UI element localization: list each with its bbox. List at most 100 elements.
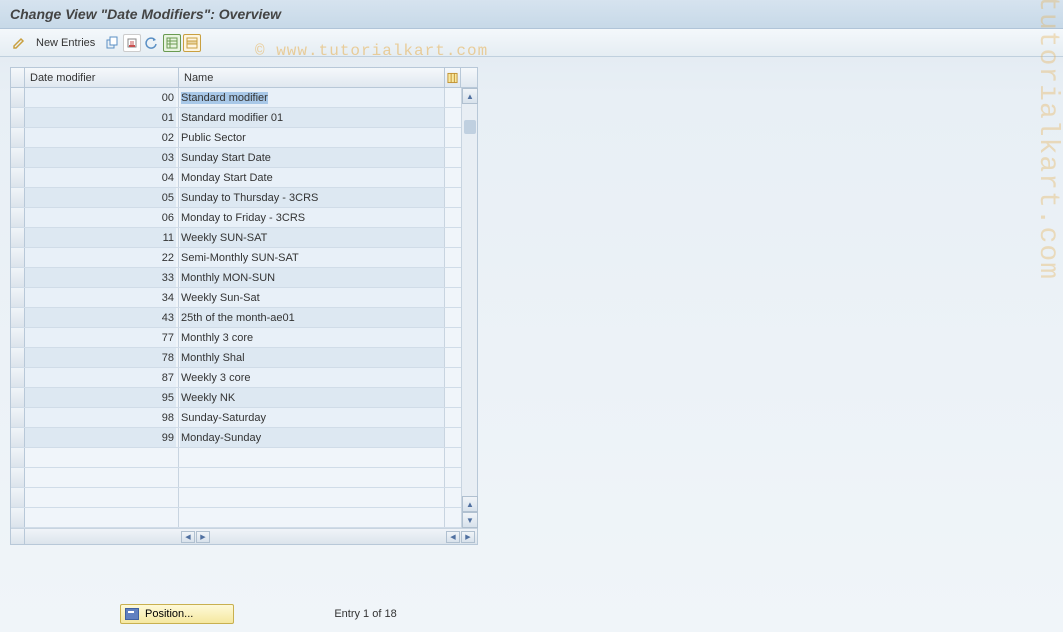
table-row: 03Sunday Start Date <box>11 148 477 168</box>
scroll-left-end-icon[interactable]: ◀ <box>446 531 460 543</box>
cell-name[interactable]: Weekly Sun-Sat <box>179 288 445 307</box>
row-selector[interactable] <box>11 208 25 227</box>
copy-as-icon[interactable] <box>103 34 121 52</box>
cell-name[interactable]: Monday-Sunday <box>179 428 445 447</box>
cell-name[interactable]: Standard modifier <box>179 88 445 107</box>
row-selector[interactable] <box>11 88 25 107</box>
cell-name[interactable]: Monday to Friday - 3CRS <box>179 208 445 227</box>
cell-name[interactable]: Monthly MON-SUN <box>179 268 445 287</box>
row-selector[interactable] <box>11 268 25 287</box>
cell-date-modifier[interactable]: 01 <box>25 108 179 127</box>
row-selector[interactable] <box>11 188 25 207</box>
cell-name[interactable]: Standard modifier 01 <box>179 108 445 127</box>
row-selector[interactable] <box>11 228 25 247</box>
cell-date-modifier[interactable]: 00 <box>25 88 179 107</box>
undo-change-icon[interactable] <box>143 34 161 52</box>
position-button[interactable]: Position... <box>120 604 234 624</box>
toolbar: New Entries <box>0 29 1063 57</box>
select-all-column-header[interactable] <box>11 68 25 87</box>
table-row <box>11 448 477 468</box>
row-selector[interactable] <box>11 368 25 387</box>
scroll-right-end-icon[interactable]: ▶ <box>461 531 475 543</box>
cell-date-modifier[interactable]: 98 <box>25 408 179 427</box>
cell-name[interactable]: Weekly NK <box>179 388 445 407</box>
cell-date-modifier[interactable]: 95 <box>25 388 179 407</box>
table-row: 11Weekly SUN-SAT <box>11 228 477 248</box>
title-bar: Change View "Date Modifiers": Overview <box>0 0 1063 29</box>
scroll-left-icon[interactable]: ◀ <box>181 531 195 543</box>
cell-date-modifier[interactable]: 77 <box>25 328 179 347</box>
scroll-up-icon[interactable]: ▲ <box>462 88 478 104</box>
vertical-scrollbar[interactable]: ▲ ▲ ▼ <box>461 88 477 528</box>
column-header-date-modifier[interactable]: Date modifier <box>25 68 179 87</box>
cell-name[interactable] <box>179 488 445 507</box>
row-selector[interactable] <box>11 348 25 367</box>
delete-icon[interactable] <box>123 34 141 52</box>
cell-name[interactable]: Sunday Start Date <box>179 148 445 167</box>
cell-date-modifier[interactable] <box>25 508 179 527</box>
cell-date-modifier[interactable] <box>25 488 179 507</box>
cell-name[interactable] <box>179 468 445 487</box>
cell-date-modifier[interactable]: 22 <box>25 248 179 267</box>
table-row <box>11 468 477 488</box>
table-row: 22Semi-Monthly SUN-SAT <box>11 248 477 268</box>
cell-date-modifier[interactable]: 99 <box>25 428 179 447</box>
cell-name[interactable] <box>179 448 445 467</box>
row-selector[interactable] <box>11 508 25 527</box>
scroll-thumb[interactable] <box>464 120 476 134</box>
toggle-display-change-icon[interactable] <box>10 34 28 52</box>
cell-name[interactable]: Monthly Shal <box>179 348 445 367</box>
cell-date-modifier[interactable]: 06 <box>25 208 179 227</box>
table-row: 05Sunday to Thursday - 3CRS <box>11 188 477 208</box>
cell-date-modifier[interactable] <box>25 468 179 487</box>
entry-count-text: Entry 1 of 18 <box>334 608 396 620</box>
cell-name[interactable]: Weekly 3 core <box>179 368 445 387</box>
cell-date-modifier[interactable]: 87 <box>25 368 179 387</box>
cell-name[interactable]: Monday Start Date <box>179 168 445 187</box>
cell-date-modifier[interactable]: 34 <box>25 288 179 307</box>
table-row: 04Monday Start Date <box>11 168 477 188</box>
cell-date-modifier[interactable]: 43 <box>25 308 179 327</box>
select-block-icon[interactable] <box>183 34 201 52</box>
cell-date-modifier[interactable]: 05 <box>25 188 179 207</box>
row-selector[interactable] <box>11 468 25 487</box>
row-selector[interactable] <box>11 128 25 147</box>
row-selector[interactable] <box>11 148 25 167</box>
cell-name[interactable]: Sunday to Thursday - 3CRS <box>179 188 445 207</box>
cell-date-modifier[interactable]: 02 <box>25 128 179 147</box>
cell-date-modifier[interactable]: 04 <box>25 168 179 187</box>
cell-name[interactable]: 25th of the month-ae01 <box>179 308 445 327</box>
row-selector[interactable] <box>11 288 25 307</box>
cell-date-modifier[interactable]: 11 <box>25 228 179 247</box>
cell-name[interactable]: Monthly 3 core <box>179 328 445 347</box>
cell-date-modifier[interactable]: 03 <box>25 148 179 167</box>
scroll-right-icon[interactable]: ▶ <box>196 531 210 543</box>
row-selector[interactable] <box>11 308 25 327</box>
table-row: 4325th of the month-ae01 <box>11 308 477 328</box>
row-selector[interactable] <box>11 388 25 407</box>
row-selector[interactable] <box>11 328 25 347</box>
table-row <box>11 508 477 528</box>
new-entries-button[interactable]: New Entries <box>30 35 101 51</box>
table-row: 77Monthly 3 core <box>11 328 477 348</box>
scroll-end-icon[interactable]: ▼ <box>462 512 478 528</box>
row-selector[interactable] <box>11 428 25 447</box>
row-selector[interactable] <box>11 168 25 187</box>
cell-name[interactable]: Weekly SUN-SAT <box>179 228 445 247</box>
cell-name[interactable]: Semi-Monthly SUN-SAT <box>179 248 445 267</box>
configure-columns-icon[interactable] <box>445 68 461 87</box>
cell-name[interactable]: Sunday-Saturday <box>179 408 445 427</box>
row-selector[interactable] <box>11 248 25 267</box>
row-selector[interactable] <box>11 408 25 427</box>
row-selector[interactable] <box>11 108 25 127</box>
row-selector[interactable] <box>11 488 25 507</box>
column-header-name[interactable]: Name <box>179 68 445 87</box>
scroll-down-icon[interactable]: ▲ <box>462 496 478 512</box>
cell-date-modifier[interactable] <box>25 448 179 467</box>
cell-name[interactable]: Public Sector <box>179 128 445 147</box>
cell-name[interactable] <box>179 508 445 527</box>
cell-date-modifier[interactable]: 78 <box>25 348 179 367</box>
row-selector[interactable] <box>11 448 25 467</box>
cell-date-modifier[interactable]: 33 <box>25 268 179 287</box>
select-all-icon[interactable] <box>163 34 181 52</box>
